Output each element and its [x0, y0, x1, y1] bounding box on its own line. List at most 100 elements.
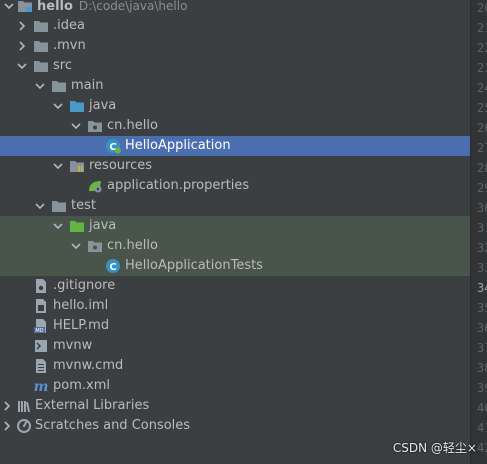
project-name: hello [37, 0, 73, 14]
line-number-gutter: 20 21 22 23 24 25 26 27 28 29 30 31 32 33 34 35 36 37 38 39… [470, 0, 487, 464]
tree-row-external-libraries[interactable]: External Libraries [0, 396, 470, 416]
tree-row-scratches[interactable]: Scratches and Consoles [0, 416, 470, 436]
chevron-down-icon[interactable] [51, 96, 65, 116]
project-label: hello D:\code\java\hello [37, 0, 187, 16]
tree-label: java [89, 98, 117, 113]
tree-label: .mvn [53, 38, 86, 53]
line-number: 40 [477, 401, 487, 415]
tree-label: External Libraries [35, 398, 150, 413]
chevron-down-icon[interactable] [69, 236, 83, 256]
chevron-right-icon[interactable] [0, 416, 14, 436]
tree-label: pom.xml [53, 378, 110, 393]
tree-row-main-java[interactable]: java [0, 96, 470, 116]
chevron-down-icon[interactable] [69, 116, 83, 136]
tree-row-hello-application[interactable]: C HelloApplication [0, 136, 470, 156]
line-number: 31 [477, 221, 487, 235]
line-number: 30 [477, 201, 487, 215]
folder-icon [33, 38, 49, 54]
project-tree: hello D:\code\java\hello .idea .mvn src [0, 0, 470, 464]
line-number: 23 [477, 61, 487, 75]
chevron-down-icon[interactable] [33, 196, 47, 216]
package-icon [87, 238, 103, 254]
tree-row-mvn[interactable]: .mvn [0, 36, 470, 56]
chevron-down-icon[interactable] [51, 216, 65, 236]
tree-row-application-properties[interactable]: application.properties [0, 176, 470, 196]
chevron-down-icon[interactable] [15, 56, 29, 76]
chevron-down-icon[interactable] [51, 156, 65, 176]
watermark: CSDN @轻尘× [392, 441, 477, 455]
chevron-right-icon[interactable] [15, 36, 29, 56]
tree-row-resources[interactable]: resources [0, 156, 470, 176]
folder-icon [51, 198, 67, 214]
test-folder-icon [69, 218, 85, 234]
tree-label: application.properties [107, 178, 250, 193]
maven-icon: m [33, 378, 49, 394]
project-path: D:\code\java\hello [78, 0, 188, 13]
spring-class-icon: C [105, 138, 121, 154]
line-number: 21 [477, 21, 487, 35]
svg-text:MD: MD [35, 328, 43, 334]
chevron-right-icon[interactable] [15, 16, 29, 36]
tree-row-project-hello[interactable]: hello D:\code\java\hello [0, 0, 470, 16]
line-number: 35 [477, 301, 487, 315]
tree-row-gitignore[interactable]: .gitignore [0, 276, 470, 296]
tree-label: main [71, 78, 104, 93]
chevron-down-icon[interactable] [33, 76, 47, 96]
ignore-file-icon [33, 278, 49, 294]
tree-row-help-md[interactable]: MD HELP.md [0, 316, 470, 336]
line-number: 36 [477, 321, 487, 335]
line-number: 32 [477, 241, 487, 255]
line-number: 27 [477, 141, 487, 155]
line-number: 29 [477, 181, 487, 195]
line-number: 22 [477, 41, 487, 55]
tree-label: src [53, 58, 72, 73]
tree-label: Scratches and Consoles [35, 418, 191, 433]
tree-label: HelloApplicationTests [125, 258, 263, 273]
line-number: 42 [477, 441, 487, 455]
tree-row-hello-application-tests[interactable]: C HelloApplicationTests [0, 256, 470, 276]
line-number: 38 [477, 361, 487, 375]
tree-label: .idea [53, 18, 85, 33]
tree-row-hello-iml[interactable]: hello.iml [0, 296, 470, 316]
tree-row-mvnw[interactable]: mvnw [0, 336, 470, 356]
spring-properties-icon [87, 178, 103, 194]
folder-icon [33, 18, 49, 34]
tree-row-test[interactable]: test [0, 196, 470, 216]
markdown-file-icon: MD [33, 318, 49, 334]
chevron-right-icon[interactable] [0, 396, 14, 416]
tree-label: mvnw.cmd [53, 358, 124, 373]
text-file-icon [33, 358, 49, 374]
tree-label: java [89, 218, 117, 233]
tree-label: HELP.md [53, 318, 110, 333]
line-number: 41 [477, 421, 487, 435]
tree-row-src[interactable]: src [0, 56, 470, 76]
tree-label: cn.hello [107, 118, 158, 133]
line-number: 33 [477, 261, 487, 275]
tree-label: resources [89, 158, 153, 173]
chevron-down-icon[interactable] [2, 0, 16, 16]
tree-row-mvnw-cmd[interactable]: mvnw.cmd [0, 356, 470, 376]
line-number: 34 [477, 281, 487, 295]
script-file-icon [33, 338, 49, 354]
tree-row-main[interactable]: main [0, 76, 470, 96]
tree-row-test-java[interactable]: java [0, 216, 470, 236]
tree-row-pom-xml[interactable]: m pom.xml [0, 376, 470, 396]
tree-row-main-package[interactable]: cn.hello [0, 116, 470, 136]
tree-row-idea[interactable]: .idea [0, 16, 470, 36]
line-number: 39 [477, 381, 487, 395]
tree-row-test-package[interactable]: cn.hello [0, 236, 470, 256]
source-folder-icon [69, 98, 85, 114]
tree-label: test [71, 198, 96, 213]
resources-folder-icon [69, 158, 85, 174]
line-number: 26 [477, 121, 487, 135]
folder-icon [33, 58, 49, 74]
tree-label: .gitignore [53, 278, 116, 293]
library-icon [16, 398, 32, 414]
line-number: 24 [477, 81, 487, 95]
folder-icon [51, 78, 67, 94]
line-number: 25 [477, 101, 487, 115]
scratches-icon [16, 418, 32, 434]
tree-label: mvnw [53, 338, 93, 353]
line-number: 37 [477, 341, 487, 355]
module-folder-icon [17, 0, 33, 14]
